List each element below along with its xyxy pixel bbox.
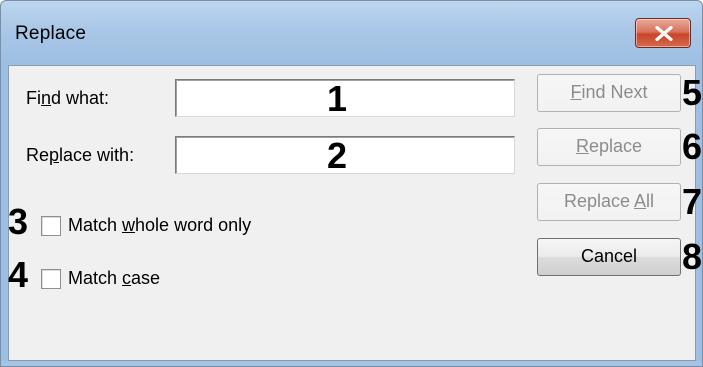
replace-with-label: Replace with: <box>26 145 135 165</box>
replace-all-button[interactable]: Replace All <box>537 183 681 221</box>
annotation-marker-1: 1 <box>327 78 348 119</box>
annotation-marker-2: 2 <box>327 135 348 176</box>
find-next-button[interactable]: Find Next <box>537 74 681 112</box>
annotation-marker-6: 6 <box>682 126 703 167</box>
annotation-marker-4: 4 <box>8 254 29 295</box>
annotation-marker-7: 7 <box>682 181 703 222</box>
annotation-marker-5: 5 <box>682 72 703 113</box>
annotation-marker-3: 3 <box>8 201 29 242</box>
match-case-checkbox[interactable] <box>41 269 61 289</box>
window-bottom-frame <box>1 361 702 366</box>
replace-dialog-window: Replace Find what: Replace with: Match w… <box>0 0 703 367</box>
annotation-marker-8: 8 <box>682 236 703 277</box>
match-whole-word-checkbox[interactable] <box>41 216 61 236</box>
find-what-label: Find what: <box>26 88 110 108</box>
close-button[interactable] <box>635 18 691 48</box>
cancel-button[interactable]: Cancel <box>537 238 681 276</box>
match-whole-word-label[interactable]: Match whole word only <box>68 215 251 236</box>
title-bar[interactable]: Replace <box>1 1 702 65</box>
match-case-label[interactable]: Match case <box>68 268 160 289</box>
close-icon <box>655 26 673 41</box>
window-title: Replace <box>15 23 87 44</box>
replace-button[interactable]: Replace <box>537 128 681 166</box>
